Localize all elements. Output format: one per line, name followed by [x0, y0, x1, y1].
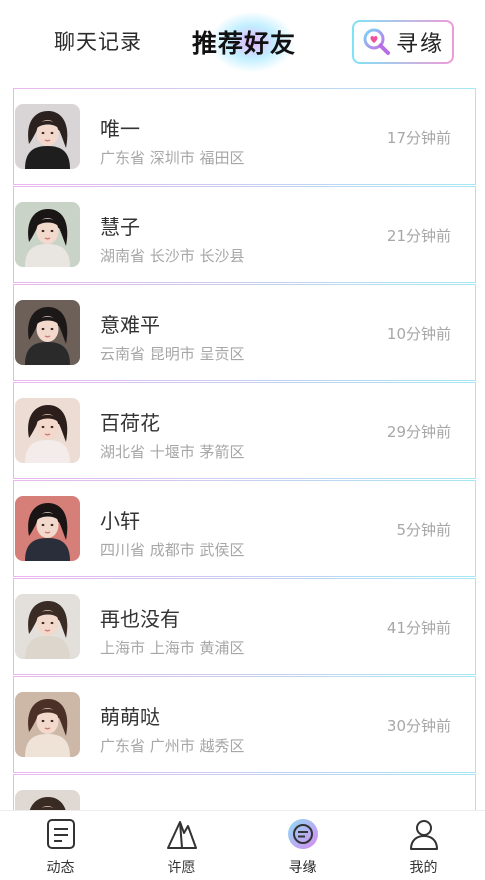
tab-recommend-friends[interactable]: 推荐好友 [192, 24, 296, 60]
friend-name: 百荷花 [100, 411, 160, 435]
friend-last-active: 17分钟前 [386, 129, 451, 147]
friend-location: 广东省 广州市 越秀区 [100, 737, 245, 755]
avatar[interactable] [15, 398, 80, 463]
friend-name: 意难平 [100, 313, 160, 337]
nav-item-profile[interactable]: 我的 [363, 811, 484, 880]
friend-location: 湖北省 十堰市 茅箭区 [100, 443, 245, 461]
avatar[interactable] [15, 496, 80, 561]
tab-chat-history[interactable]: 聊天记录 [54, 26, 142, 56]
nav-item-wish[interactable]: 许愿 [121, 811, 242, 880]
friend-card[interactable]: 萌萌哒广东省 广州市 越秀区 30分钟前 [13, 676, 476, 773]
bottom-nav: 动态 许愿 寻缘 我的 [0, 810, 485, 880]
friend-last-active: 5分钟前 [396, 521, 451, 539]
friend-name: 萌萌哒 [100, 705, 160, 729]
avatar[interactable] [15, 104, 80, 169]
friend-location: 云南省 昆明市 呈贡区 [100, 345, 245, 363]
seek-icon [288, 819, 318, 849]
friend-card[interactable]: 唯一广东省 深圳市 福田区 17分钟前 [13, 88, 476, 185]
avatar[interactable] [15, 300, 80, 365]
friend-location: 湖南省 长沙市 长沙县 [100, 247, 245, 265]
friend-card[interactable]: 小轩四川省 成都市 武侯区 5分钟前 [13, 480, 476, 577]
friend-location: 四川省 成都市 武侯区 [100, 541, 245, 559]
profile-icon [410, 820, 438, 850]
friend-last-active: 10分钟前 [386, 325, 451, 343]
nav-label-profile: 我的 [409, 860, 438, 876]
friend-name: 再也没有 [100, 607, 180, 631]
feed-icon [47, 819, 75, 849]
friend-name: 唯一 [100, 117, 140, 141]
friend-last-active: 41分钟前 [386, 619, 451, 637]
friend-last-active: 30分钟前 [386, 717, 451, 735]
friend-location: 上海市 上海市 黄浦区 [100, 639, 245, 657]
friend-card[interactable]: 再也没有上海市 上海市 黄浦区 41分钟前 [13, 578, 476, 675]
top-header: 聊天记录 推荐好友 寻缘 [0, 0, 485, 86]
avatar[interactable] [15, 692, 80, 757]
seek-button-label: 寻缘 [395, 32, 444, 57]
friend-last-active: 29分钟前 [386, 423, 451, 441]
nav-item-feed[interactable]: 动态 [0, 811, 121, 880]
friend-name: 慧子 [100, 215, 140, 239]
friend-card[interactable]: 百荷花湖北省 十堰市 茅箭区 29分钟前 [13, 382, 476, 479]
seek-button[interactable]: 寻缘 [352, 20, 454, 64]
tab-recommend-wrapper[interactable]: 推荐好友 [178, 8, 328, 78]
nav-item-seek[interactable]: 寻缘 [242, 811, 363, 880]
wish-icon [167, 821, 197, 849]
avatar[interactable] [15, 594, 80, 659]
nav-label-feed: 动态 [46, 860, 75, 876]
friend-name: 小轩 [100, 509, 140, 533]
magnify-heart-icon [363, 28, 390, 55]
avatar[interactable] [15, 202, 80, 267]
friend-last-active: 21分钟前 [386, 227, 451, 245]
friend-card[interactable]: 意难平云南省 昆明市 呈贡区 10分钟前 [13, 284, 476, 381]
nav-label-wish: 许愿 [167, 860, 196, 876]
friend-location: 广东省 深圳市 福田区 [100, 149, 245, 167]
nav-label-seek: 寻缘 [288, 860, 317, 876]
friend-card[interactable]: 慧子湖南省 长沙市 长沙县 21分钟前 [13, 186, 476, 283]
